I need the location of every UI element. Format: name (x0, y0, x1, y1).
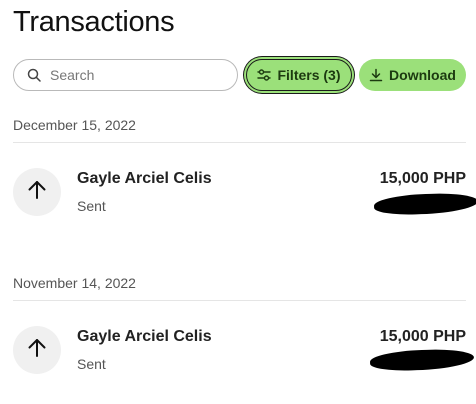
transaction-icon-circle (13, 168, 61, 216)
filters-label: Filters (3) (277, 67, 341, 83)
transaction-row[interactable]: Gayle Arciel Celis Sent 15,000 PHP (13, 168, 476, 228)
redaction-mark (373, 192, 476, 216)
download-button[interactable]: Download (359, 59, 466, 91)
date-header: November 14, 2022 (13, 275, 136, 291)
date-header: December 15, 2022 (13, 117, 136, 133)
transaction-name: Gayle Arciel Celis (77, 328, 212, 345)
transaction-name: Gayle Arciel Celis (77, 170, 212, 187)
search-box[interactable] (13, 59, 238, 91)
redaction-mark (369, 348, 475, 372)
arrow-up-icon (26, 179, 48, 206)
divider (13, 142, 466, 143)
sliders-icon (257, 68, 272, 82)
transaction-icon-circle (13, 326, 61, 374)
transaction-status: Sent (77, 356, 106, 372)
transaction-amount: 15,000 PHP (379, 328, 466, 345)
transaction-amount: 15,000 PHP (379, 170, 466, 187)
search-icon (27, 68, 41, 82)
transaction-status: Sent (77, 198, 106, 214)
transaction-row[interactable]: Gayle Arciel Celis Sent 15,000 PHP (13, 326, 475, 386)
filters-button[interactable]: Filters (3) (246, 59, 352, 91)
download-icon (369, 68, 383, 82)
divider (13, 300, 466, 301)
search-input[interactable] (50, 67, 220, 83)
page-title: Transactions (13, 6, 175, 38)
arrow-up-icon (26, 337, 48, 364)
download-label: Download (389, 67, 456, 83)
